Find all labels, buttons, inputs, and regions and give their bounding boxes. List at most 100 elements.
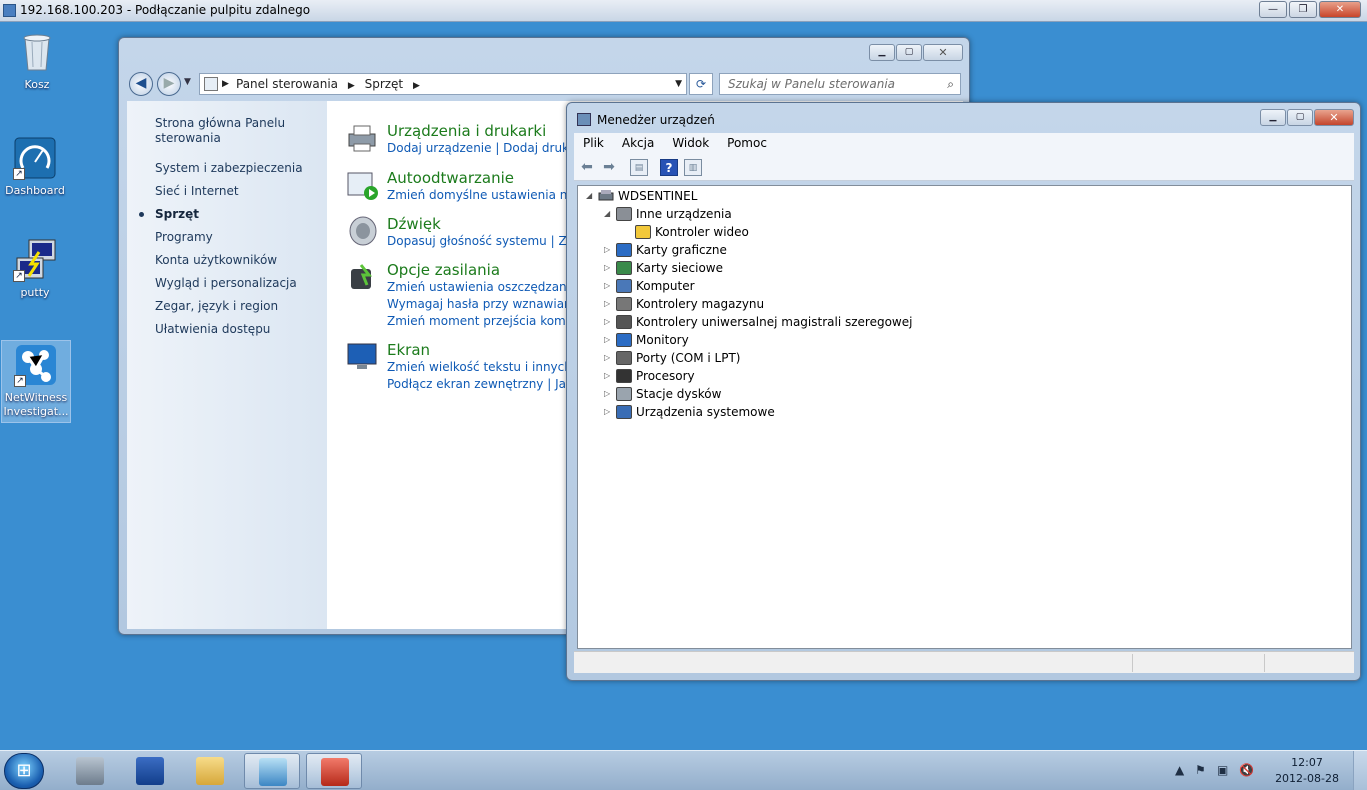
desktop-icon-recycle-bin[interactable]: Kosz [2,28,72,98]
back-button[interactable]: ◀ [129,72,153,96]
desktop-icon-dashboard[interactable]: ↗ Dashboard [0,134,70,204]
expand-arrow-icon[interactable]: ▷ [604,368,614,384]
forward-arrow-icon[interactable]: ➡ [600,159,618,176]
clock[interactable]: 12:07 2012-08-28 [1275,755,1339,787]
action-center-flag-icon[interactable]: ⚑ [1195,763,1206,777]
refresh-button[interactable]: ⟳ [689,73,713,95]
properties-icon[interactable]: ▥ [684,159,702,176]
expand-arrow-icon[interactable]: ▷ [604,386,614,402]
category-link[interactable]: Podłącz ekran zewnętrzny | Jak s [387,376,594,393]
breadcrumb-item[interactable]: Panel sterowania [236,77,338,91]
sidebar-item-network[interactable]: Sieć i Internet [155,184,315,199]
recycle-bin-icon [15,30,59,74]
network-icon[interactable]: ▣ [1217,763,1228,777]
category-title[interactable]: Ekran [387,341,594,359]
forward-button[interactable]: ▶ [157,72,181,96]
address-dropdown-icon[interactable]: ▼ [675,74,682,94]
category-link[interactable]: Dodaj urządzenie | Dodaj drukarkę [387,140,595,157]
collapse-arrow-icon[interactable]: ◢ [604,206,614,222]
control-panel-icon [204,77,218,91]
sidebar-item-home[interactable]: Strona główna Panelu sterowania [155,116,315,146]
rdp-close-button[interactable]: ✕ [1319,1,1361,18]
category-link[interactable]: Dopasuj głośność systemu | Zm [387,233,578,250]
expand-arrow-icon[interactable]: ▷ [604,404,614,420]
category-link[interactable]: Wymagaj hasła przy wznawianiu p [387,296,596,313]
server-manager-icon [76,757,104,785]
menu-action[interactable]: Akcja [613,133,663,155]
start-button[interactable]: ⊞ [4,753,44,789]
desktop-icon-label: Dashboard [5,184,65,197]
sidebar-item-appearance[interactable]: Wygląd i personalizacja [155,276,315,291]
category-link[interactable]: Zmień wielkość tekstu i innych ele [387,359,594,376]
sidebar-item-clock-region[interactable]: Zegar, język i region [155,299,315,314]
show-hide-tree-icon[interactable]: ▤ [630,159,648,176]
category-title[interactable]: Urządzenia i drukarki [387,122,595,140]
expand-arrow-icon[interactable]: ▷ [604,260,614,276]
back-arrow-icon[interactable]: ⬅ [578,159,596,176]
sidebar-item-programs[interactable]: Programy [155,230,315,245]
menu-help[interactable]: Pomoc [718,133,776,155]
category-link[interactable]: Zmień domyślne ustawienia nośni [387,187,592,204]
menu-view[interactable]: Widok [663,133,718,155]
device-category-icon [616,279,632,293]
help-icon[interactable]: ? [660,159,678,176]
breadcrumb-item[interactable]: Sprzęt [365,77,404,91]
cp-maximize-button[interactable]: ▢ [896,44,922,61]
device-category-icon [616,243,632,257]
taskbar-device-manager[interactable] [306,753,362,789]
menu-bar: Plik Akcja Widok Pomoc [574,133,1354,155]
category-power: Opcje zasilania Zmień ustawienia oszczęd… [351,261,596,330]
category-title[interactable]: Autoodtwarzanie [387,169,592,187]
sidebar-item-accessibility[interactable]: Ułatwienia dostępu [155,322,315,337]
cp-minimize-button[interactable]: ▁ [869,44,895,61]
shortcut-arrow-icon: ↗ [14,375,26,387]
volume-muted-icon[interactable]: 🔇 [1239,763,1254,777]
sidebar-item-system-security[interactable]: System i zabezpieczenia [155,161,315,176]
category-link[interactable]: Zmień moment przejścia komput [387,313,596,330]
address-bar[interactable]: ▶ Panel sterowania ▶ Sprzęt ▶ ▼ [199,73,687,95]
expand-arrow-icon[interactable]: ▷ [604,332,614,348]
toolbar: ⬅ ➡ ▤ ? ▥ [574,155,1354,181]
rdp-minimize-button[interactable]: — [1259,1,1287,18]
expand-arrow-icon[interactable]: ▷ [604,242,614,258]
taskbar-server-manager[interactable] [62,753,118,789]
category-title[interactable]: Opcje zasilania [387,261,596,279]
expand-arrow-icon[interactable]: ▷ [604,314,614,330]
dm-minimize-button[interactable]: ▁ [1260,109,1286,126]
device-category-icon [616,387,632,401]
dm-close-button[interactable]: ✕ [1314,109,1354,126]
cp-close-button[interactable]: ✕ [923,44,963,61]
tree-label: Porty (COM i LPT) [636,351,741,365]
desktop-icon-netwitness[interactable]: ↗ NetWitness Investigat... [1,340,71,423]
folder-icon [196,757,224,785]
warning-device-icon [635,225,651,239]
dashboard-icon: ↗ [13,136,57,180]
expand-arrow-icon[interactable]: ▷ [604,278,614,294]
sidebar-item-hardware[interactable]: Sprzęt [155,207,315,222]
collapse-arrow-icon[interactable]: ◢ [586,188,596,204]
history-dropdown-icon[interactable]: ▼ [184,77,191,87]
taskbar-powershell[interactable] [122,753,178,789]
taskbar-explorer[interactable] [182,753,238,789]
tree-label: Kontroler wideo [655,225,749,239]
menu-file[interactable]: Plik [574,133,613,155]
expand-arrow-icon[interactable]: ▷ [604,350,614,366]
power-options-icon [345,261,379,293]
device-category-icon [616,297,632,311]
device-category-icon [616,351,632,365]
expand-arrow-icon[interactable]: ▷ [604,296,614,312]
rdp-title: 192.168.100.203 - Podłączanie pulpitu zd… [20,3,311,17]
show-hidden-icons-icon[interactable]: ▲ [1175,763,1184,777]
desktop-icon-label: NetWitness Investigat... [3,391,69,418]
system-tray: ▲ ⚑ ▣ 🔇 12:07 2012-08-28 [1167,751,1367,790]
rdp-restore-button[interactable]: ❐ [1289,1,1317,18]
dm-maximize-button[interactable]: ▢ [1287,109,1313,126]
search-input[interactable]: Szukaj w Panelu sterowania ⌕ [719,73,961,95]
category-title[interactable]: Dźwięk [387,215,578,233]
search-icon[interactable]: ⌕ [947,74,954,94]
category-link[interactable]: Zmień ustawienia oszczędzania en [387,279,596,296]
taskbar-control-panel[interactable] [244,753,300,789]
sidebar-item-accounts[interactable]: Konta użytkowników [155,253,315,268]
desktop-icon-putty[interactable]: ↗ putty [0,236,70,306]
show-desktop-button[interactable] [1353,751,1367,790]
